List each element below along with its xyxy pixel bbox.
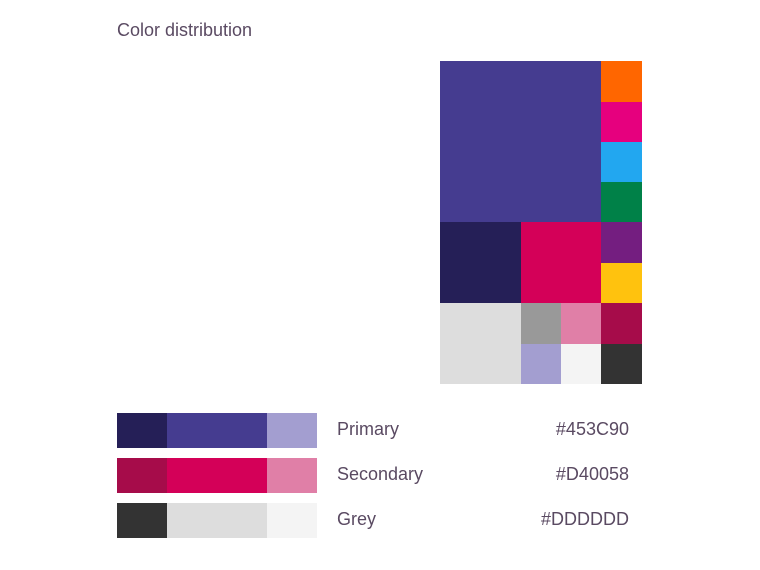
swatch-light bbox=[267, 413, 317, 448]
mosaic-tile-secondary-light bbox=[561, 303, 601, 344]
palette-label: Secondary bbox=[337, 464, 424, 484]
mosaic-tile-purple bbox=[601, 222, 642, 263]
mosaic-tile-primary-light bbox=[521, 344, 561, 384]
mosaic-tile-secondary-dark bbox=[601, 303, 642, 344]
palette-label: Primary bbox=[337, 419, 399, 439]
palette-row-primary: Primary #453C90 bbox=[117, 413, 629, 448]
mosaic-tile-primary-dark bbox=[440, 222, 521, 303]
mosaic-tile-yellow bbox=[601, 263, 642, 303]
mosaic-tile-green bbox=[601, 182, 642, 222]
swatch-base bbox=[167, 503, 267, 538]
palette-label: Grey bbox=[337, 509, 377, 529]
swatch-dark bbox=[117, 458, 167, 493]
swatch-base bbox=[167, 458, 267, 493]
mosaic-tile-grey-dark bbox=[601, 344, 642, 384]
palette-hex: #DDDDDD bbox=[540, 509, 629, 529]
swatch-bar bbox=[117, 413, 317, 448]
mosaic-tile-secondary bbox=[521, 222, 601, 303]
swatch-bar bbox=[117, 503, 317, 538]
palette-row-secondary: Secondary #D40058 bbox=[117, 458, 629, 493]
color-mosaic bbox=[440, 61, 642, 384]
mosaic-tile-grey bbox=[440, 303, 521, 384]
palette-hex: #453C90 bbox=[555, 419, 629, 439]
swatch-bar bbox=[117, 458, 317, 493]
mosaic-tile-primary bbox=[440, 61, 601, 222]
swatch-light bbox=[267, 503, 317, 538]
palette-row-grey: Grey #DDDDDD bbox=[117, 503, 629, 538]
mosaic-tile-light-blue bbox=[601, 142, 642, 182]
swatch-dark bbox=[117, 413, 167, 448]
swatch-light bbox=[267, 458, 317, 493]
palette-hex: #D40058 bbox=[555, 464, 629, 484]
page-title: Color distribution bbox=[117, 20, 253, 40]
swatch-dark bbox=[117, 503, 167, 538]
mosaic-tile-grey-lightest bbox=[561, 344, 601, 384]
mosaic-tile-grey-medium bbox=[521, 303, 561, 344]
swatch-base bbox=[167, 413, 267, 448]
mosaic-tile-orange bbox=[601, 61, 642, 102]
mosaic-tile-magenta bbox=[601, 102, 642, 142]
